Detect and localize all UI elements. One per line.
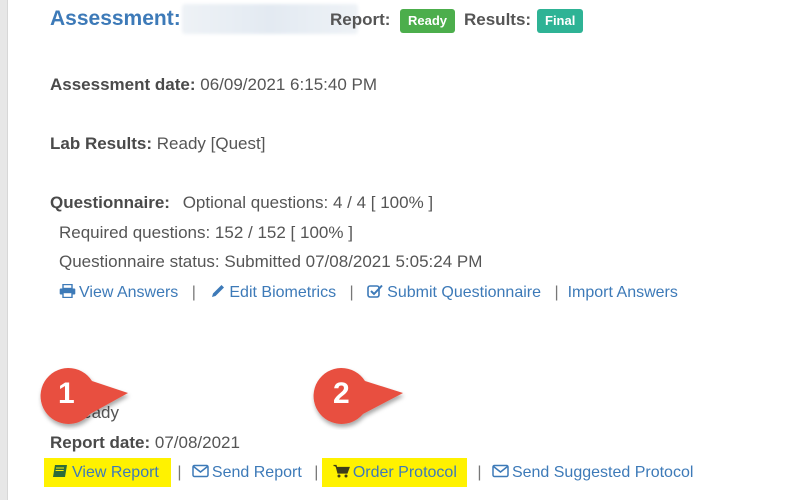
assessment-title: Assessment: bbox=[50, 7, 181, 30]
envelope-icon bbox=[192, 464, 209, 478]
callout-marker-2: 2 bbox=[309, 364, 409, 430]
view-report-label: View Report bbox=[72, 464, 159, 481]
required-questions: Required questions: 152 / 152 [ 100% ] bbox=[59, 223, 353, 242]
separator: | bbox=[191, 284, 196, 301]
checkbox-icon bbox=[367, 284, 383, 298]
view-answers-link[interactable]: View Answers bbox=[59, 284, 183, 301]
results-label: Results: bbox=[464, 10, 532, 29]
view-report-link[interactable]: View Report bbox=[44, 458, 172, 487]
view-answers-label: View Answers bbox=[79, 284, 179, 301]
order-protocol-link[interactable]: Order Protocol bbox=[322, 458, 468, 487]
lab-results-value: Ready [Quest] bbox=[156, 134, 266, 153]
send-suggested-protocol-label: Send Suggested Protocol bbox=[511, 464, 694, 481]
book-icon bbox=[53, 465, 67, 477]
assessment-header: Assessment: Report: Ready Results: Final bbox=[50, 2, 790, 38]
submit-questionnaire-link[interactable]: Submit Questionnaire bbox=[363, 284, 546, 301]
edit-biometrics-link[interactable]: Edit Biometrics bbox=[205, 284, 341, 301]
questionnaire-label: Questionnaire: bbox=[50, 193, 170, 212]
envelope-icon bbox=[492, 464, 509, 478]
separator: | bbox=[477, 464, 482, 481]
report-date-row: Report date: 07/08/2021 bbox=[50, 433, 240, 453]
edit-biometrics-label: Edit Biometrics bbox=[229, 284, 337, 301]
report-date-label: Report date: bbox=[50, 433, 151, 452]
questionnaire-row: Questionnaire: Optional questions: 4 / 4… bbox=[50, 193, 433, 213]
separator: | bbox=[349, 284, 354, 301]
lab-results-label: Lab Results: bbox=[50, 134, 153, 153]
callout-shape-icon bbox=[313, 367, 403, 424]
assessment-date-label: Assessment date: bbox=[50, 75, 196, 94]
separator: | bbox=[177, 464, 182, 481]
pencil-icon bbox=[212, 285, 225, 297]
printer-icon bbox=[59, 284, 76, 298]
assessment-date-value: 06/09/2021 6:15:40 PM bbox=[200, 75, 377, 94]
report-label: Report: bbox=[330, 10, 391, 29]
questionnaire-actions: View Answers | Edit Biometrics | Submit … bbox=[59, 284, 678, 302]
submit-questionnaire-label: Submit Questionnaire bbox=[387, 284, 541, 301]
send-report-label: Send Report bbox=[211, 464, 302, 481]
report-actions: View Report | Send Report | Order Protoc… bbox=[44, 458, 693, 487]
separator: | bbox=[314, 464, 319, 481]
send-report-link[interactable]: Send Report bbox=[187, 464, 306, 481]
send-suggested-protocol-link[interactable]: Send Suggested Protocol bbox=[487, 464, 693, 481]
lab-results-row: Lab Results: Ready [Quest] bbox=[50, 134, 265, 154]
callout-number-2: 2 bbox=[333, 377, 350, 410]
results-status-badge: Final bbox=[537, 9, 584, 33]
questionnaire-status: Questionnaire status: Submitted 07/08/20… bbox=[59, 252, 483, 271]
report-date-value: 07/08/2021 bbox=[154, 433, 240, 452]
report-status-badge: Ready bbox=[400, 9, 456, 33]
callout-shape-icon bbox=[40, 367, 129, 424]
optional-questions: Optional questions: 4 / 4 [ 100% ] bbox=[182, 193, 434, 212]
import-answers-link[interactable]: Import Answers bbox=[568, 284, 678, 301]
callout-marker-1: 1 bbox=[36, 364, 136, 430]
order-protocol-label: Order Protocol bbox=[352, 464, 457, 481]
assessment-date-row: Assessment date: 06/09/2021 6:15:40 PM bbox=[50, 75, 377, 95]
cart-icon bbox=[333, 464, 350, 478]
separator: | bbox=[554, 284, 559, 301]
callout-number-1: 1 bbox=[58, 377, 75, 410]
left-border bbox=[0, 0, 8, 500]
